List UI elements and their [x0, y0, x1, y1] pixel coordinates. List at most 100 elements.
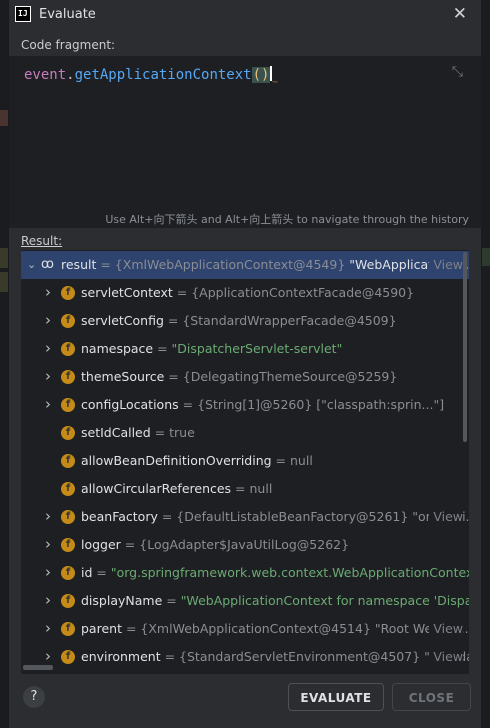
- view-link[interactable]: View: [429, 621, 463, 636]
- tree-row[interactable]: › f themeSource = {DelegatingThemeSource@5…: [21, 363, 469, 391]
- row-name: id: [81, 565, 93, 580]
- view-link[interactable]: View: [429, 509, 463, 524]
- code-object: event: [24, 67, 67, 83]
- dialog-title: Evaluate: [39, 7, 96, 22]
- code-fragment-label: Code fragment:: [21, 38, 116, 52]
- chevron-right-icon[interactable]: ›: [45, 563, 51, 581]
- row-equals: =: [153, 341, 172, 356]
- chevron-right-icon[interactable]: ›: [45, 311, 51, 329]
- row-ref: {LogAdapter$JavaUtilLog@5262}: [139, 537, 350, 552]
- tree-row[interactable]: › f servletContext = {ApplicationContextFa…: [21, 279, 469, 307]
- view-link[interactable]: View: [429, 257, 463, 272]
- row-ref: {StandardServletEnvironment@4507} "Stand…: [179, 649, 469, 664]
- chevron-right-icon[interactable]: ›: [45, 647, 51, 665]
- field-icon: f: [61, 566, 75, 580]
- tree-root-row[interactable]: ⌄ oo result = {XmlWebApplicationContext@…: [21, 251, 469, 279]
- tree-row[interactable]: f allowCircularReferences = null: [21, 475, 469, 503]
- chevron-right-icon[interactable]: ›: [45, 283, 51, 301]
- title-bar: IJ Evaluate ✕: [9, 0, 481, 28]
- tree-row[interactable]: › f servletConfig = {StandardWrapperFacade…: [21, 307, 469, 335]
- tree-row[interactable]: › f environment = {StandardServletEnvironm…: [21, 643, 469, 671]
- field-icon: f: [61, 454, 75, 468]
- view-link[interactable]: View: [429, 649, 463, 664]
- chevron-right-icon[interactable]: ›: [45, 535, 51, 553]
- row-equals: =: [157, 509, 177, 524]
- tree-row[interactable]: › f beanFactory = {DefaultListableBeanFact…: [21, 503, 469, 531]
- evaluate-button[interactable]: EVALUATE: [288, 683, 384, 711]
- row-value: namespace = "DispatcherServlet-servlet": [81, 341, 342, 356]
- intellij-icon: IJ: [15, 6, 31, 22]
- tree-row[interactable]: › f displayName = "WebApplicationContext f…: [21, 587, 469, 615]
- row-equals: =: [150, 425, 170, 440]
- tree-row[interactable]: › f logger = {LogAdapter$JavaUtilLog@5262}: [21, 531, 469, 559]
- code-fragment-editor[interactable]: event.getApplicationContext() ~ ⤡ Use Alt…: [9, 56, 481, 228]
- background-ide-right: [482, 0, 490, 728]
- row-equals: =: [172, 285, 192, 300]
- row-value: configLocations = {String[1]@5260} ["cla…: [81, 397, 444, 412]
- row-ref: null: [249, 481, 273, 496]
- field-icon: f: [61, 622, 75, 636]
- row-ref: {DelegatingThemeSource@5259}: [182, 369, 398, 384]
- root-equals: =: [96, 257, 115, 272]
- row-name: setIdCalled: [81, 425, 151, 440]
- tree-row[interactable]: f setIdCalled = true: [21, 419, 469, 447]
- row-name: environment: [81, 649, 161, 664]
- row-value: servletContext = {ApplicationContextFaca…: [81, 285, 414, 300]
- tree-row[interactable]: › f id = "org.springframework.web.context.…: [21, 559, 469, 587]
- result-tree[interactable]: ⌄ oo result = {XmlWebApplicationContext@…: [21, 250, 469, 674]
- help-button[interactable]: ?: [23, 686, 45, 708]
- row-ref: {XmlWebApplicationContext@4514} "Root We…: [140, 621, 469, 636]
- row-ref: {String[1]@5260} ["classpath:sprin..."]: [197, 397, 445, 412]
- warning-squiggle: ~: [271, 77, 278, 88]
- field-icon: f: [61, 426, 75, 440]
- vertical-scrollbar[interactable]: [463, 252, 467, 442]
- row-name: allowBeanDefinitionOverriding: [81, 453, 272, 468]
- row-ref: null: [290, 453, 313, 468]
- row-name: allowCircularReferences: [81, 481, 232, 496]
- row-equals: =: [92, 565, 111, 580]
- chevron-right-icon[interactable]: ›: [45, 507, 51, 525]
- row-value: servletConfig = {StandardWrapperFacade@4…: [81, 313, 397, 328]
- chevron-right-icon[interactable]: ›: [45, 367, 51, 385]
- row-equals: =: [271, 453, 290, 468]
- field-icon: f: [61, 594, 75, 608]
- tree-row[interactable]: › f configLocations = {String[1]@5260} ["c…: [21, 391, 469, 419]
- row-equals: =: [178, 397, 198, 412]
- chevron-right-icon[interactable]: ›: [45, 619, 51, 637]
- code-dot: .: [66, 67, 75, 83]
- field-icon: f: [61, 482, 75, 496]
- horizontal-scrollbar[interactable]: [23, 665, 53, 670]
- evaluate-dialog: IJ Evaluate ✕ Code fragment: event.getAp…: [8, 0, 482, 728]
- root-name: result: [61, 257, 97, 272]
- close-button[interactable]: CLOSE: [392, 683, 471, 711]
- watch-glasses-icon: oo: [41, 257, 54, 272]
- field-icon: f: [61, 538, 75, 552]
- field-icon: f: [61, 342, 75, 356]
- tree-row[interactable]: f allowBeanDefinitionOverriding = null: [21, 447, 469, 475]
- result-label: Result:: [21, 234, 63, 248]
- chevron-right-icon[interactable]: ›: [45, 339, 51, 357]
- row-value: displayName = "WebApplicationContext for…: [81, 593, 469, 608]
- row-value: parent = {XmlWebApplicationContext@4514}…: [81, 621, 469, 636]
- row-ref: true: [169, 425, 195, 440]
- row-value: setIdCalled = true: [81, 425, 195, 440]
- close-icon[interactable]: ✕: [453, 4, 467, 24]
- row-ref: {DefaultListableBeanFactory@5261} "org.s…: [176, 509, 469, 524]
- tree-row[interactable]: › f parent = {XmlWebApplicationContext@451…: [21, 615, 469, 643]
- row-ref: {ApplicationContextFacade@4590}: [191, 285, 415, 300]
- history-hint: Use Alt+向下箭头 and Alt+向上箭头 to navigate th…: [105, 213, 469, 226]
- expand-icon[interactable]: ⤡: [452, 64, 463, 80]
- chevron-right-icon[interactable]: ›: [45, 591, 51, 609]
- row-name: themeSource: [81, 369, 165, 384]
- background-ide-right-highlight: [482, 248, 490, 266]
- tree-row[interactable]: › f namespace = "DispatcherServlet-servlet…: [21, 335, 469, 363]
- chevron-down-icon[interactable]: ⌄: [27, 258, 36, 271]
- row-equals: =: [231, 481, 250, 496]
- code-line[interactable]: event.getApplicationContext() ~: [24, 66, 278, 88]
- row-name: beanFactory: [81, 509, 158, 524]
- row-name: logger: [81, 537, 121, 552]
- row-value: allowCircularReferences = null: [81, 481, 272, 496]
- row-value: themeSource = {DelegatingThemeSource@525…: [81, 369, 397, 384]
- row-ref: {StandardWrapperFacade@4509}: [182, 313, 397, 328]
- chevron-right-icon[interactable]: ›: [45, 395, 51, 413]
